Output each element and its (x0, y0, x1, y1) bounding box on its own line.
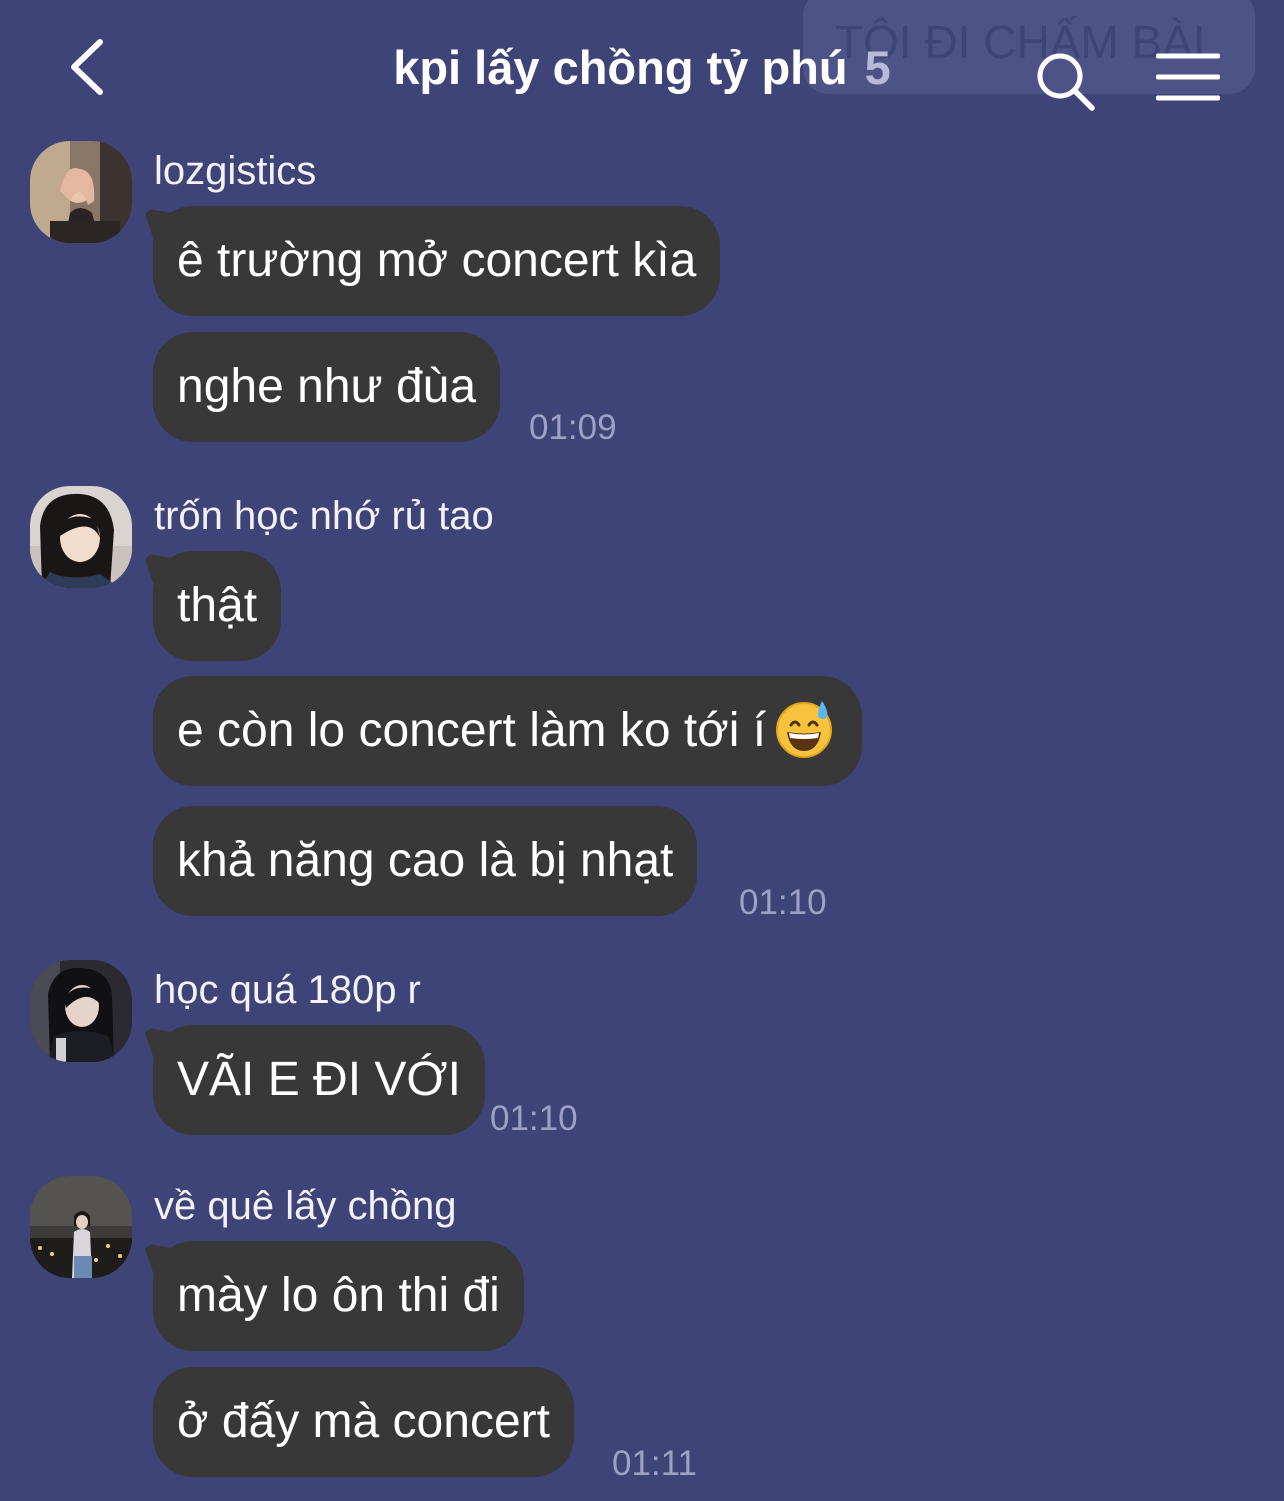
sender-name: học quá 180p r (154, 968, 421, 1012)
message-bubble[interactable]: thật (153, 551, 282, 661)
grinning-sweat-emoji-icon (776, 701, 833, 759)
sender-name: về quê lấy chồng (154, 1184, 457, 1228)
message-bubble[interactable]: mày lo ôn thi đi (153, 1241, 524, 1351)
sender-name: trốn học nhớ rủ tao (154, 494, 494, 538)
message-bubble[interactable]: khả năng cao là bị nhạt (153, 806, 698, 916)
avatar[interactable] (30, 1176, 132, 1278)
sender-name: lozgistics (154, 149, 317, 193)
chat-header: kpi lấy chồng tỷ phú 5 (0, 0, 1284, 135)
message-bubble[interactable]: nghe như đùa (153, 332, 501, 442)
message-time: 01:10 (490, 1099, 578, 1138)
avatar[interactable] (30, 141, 132, 243)
message-bubble[interactable]: e còn lo concert làm ko tới í (153, 676, 863, 786)
menu-icon[interactable] (1156, 52, 1220, 102)
message-bubble[interactable]: VÃI E ĐI VỚI (153, 1025, 485, 1135)
avatar[interactable] (30, 960, 132, 1062)
search-icon[interactable] (1032, 48, 1098, 114)
message-bubble[interactable]: ê trường mở concert kìa (153, 206, 721, 316)
message-text: e còn lo concert làm ko tới í (177, 704, 767, 757)
message-time: 01:09 (529, 408, 617, 447)
group-name: kpi lấy chồng tỷ phú (393, 41, 848, 94)
member-count: 5 (864, 41, 891, 94)
message-time: 01:10 (739, 883, 827, 922)
message-time: 01:11 (612, 1444, 697, 1483)
avatar[interactable] (30, 486, 132, 588)
message-bubble[interactable]: ở đấy mà concert (153, 1367, 574, 1477)
